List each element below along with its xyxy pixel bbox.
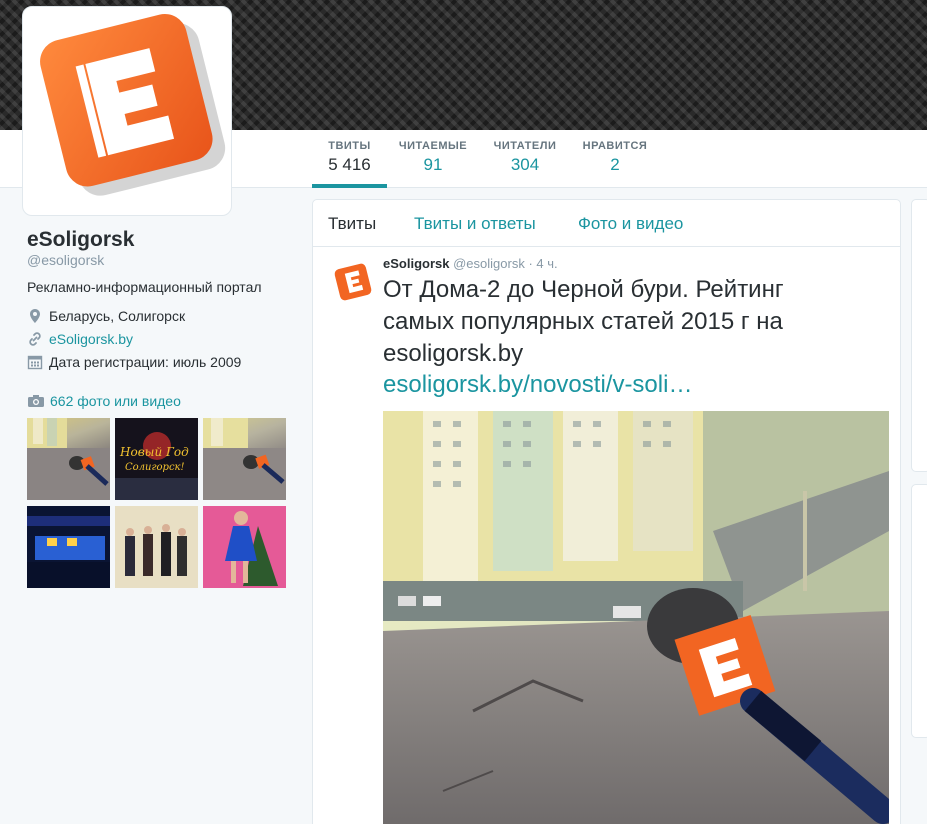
tweet-timestamp[interactable]: · 4 ч. <box>528 256 557 271</box>
stat-followers-label: ЧИТАТЕЛИ <box>493 140 557 152</box>
location-icon <box>30 309 40 323</box>
microphone-photo <box>203 418 286 500</box>
stat-following[interactable]: ЧИТАЕМЫЕ 91 <box>396 140 470 188</box>
tweet-avatar[interactable] <box>331 260 375 304</box>
stat-following-value: 91 <box>423 155 443 174</box>
new-year-photo: Новый Год Солигорск! <box>115 418 198 500</box>
sidebar-card <box>911 199 927 472</box>
stat-following-label: ЧИТАЕМЫЕ <box>398 140 468 152</box>
photo-thumbnail[interactable] <box>27 506 110 588</box>
tab-tweets[interactable]: Твиты <box>328 214 376 234</box>
profile-handle[interactable]: @esoligorsk <box>27 252 104 268</box>
stat-followers[interactable]: ЧИТАТЕЛИ 304 <box>488 140 562 188</box>
esoligorsk-logo-icon <box>40 13 226 196</box>
microphone-photo <box>27 418 110 500</box>
profile-website[interactable]: eSoligorsk.by <box>27 331 133 347</box>
profile-name[interactable]: eSoligorsk <box>27 228 134 252</box>
stat-tweets[interactable]: ТВИТЫ 5 416 <box>312 140 387 188</box>
tab-photos-videos[interactable]: Фото и видео <box>578 214 683 234</box>
stat-tweets-value: 5 416 <box>328 155 371 174</box>
link-icon <box>29 332 41 346</box>
profile-bio: Рекламно-информационный портал <box>27 279 262 295</box>
tweet-header: eSoligorsk @esoligorsk · 4 ч. <box>383 256 558 271</box>
photo-thumbnail[interactable]: Новый Год Солигорск! <box>115 418 198 500</box>
photo-thumbnail[interactable] <box>203 418 286 500</box>
svg-text:Солигорск!: Солигорск! <box>125 462 185 473</box>
photo-thumbnail[interactable] <box>203 506 286 588</box>
stage-photo <box>27 506 110 588</box>
stat-followers-value: 304 <box>510 155 540 174</box>
profile-joined-text: Дата регистрации: июль 2009 <box>49 354 242 370</box>
stat-tweets-label: ТВИТЫ <box>328 140 371 152</box>
girl-photo <box>203 506 286 588</box>
tweet-author-name[interactable]: eSoligorsk <box>383 256 449 271</box>
timeline: Твиты Твиты и ответы Фото и видео eSolig… <box>312 199 901 824</box>
esoligorsk-logo-icon <box>331 260 375 304</box>
svg-text:Новый Год: Новый Год <box>119 445 189 459</box>
profile-location-text: Беларусь, Солигорск <box>49 308 186 324</box>
profile-website-link[interactable]: eSoligorsk.by <box>49 331 133 347</box>
tweet-photo <box>383 411 889 824</box>
photos-videos-link[interactable]: 662 фото или видео <box>27 393 181 409</box>
photo-thumbnail[interactable] <box>27 418 110 500</box>
tweet-media-photo[interactable] <box>383 411 889 824</box>
timeline-tabs: Твиты Твиты и ответы Фото и видео <box>313 200 900 247</box>
people-photo <box>115 506 198 588</box>
stat-likes-label: НРАВИТСЯ <box>582 140 648 152</box>
photo-thumbnail[interactable] <box>115 506 198 588</box>
stat-likes[interactable]: НРАВИТСЯ 2 <box>578 140 652 188</box>
photos-videos-label[interactable]: 662 фото или видео <box>50 393 181 409</box>
stat-likes-value: 2 <box>610 155 620 174</box>
sidebar-card <box>911 484 927 738</box>
tweet-text: От Дома-2 до Черной бури. Рейтинг самых … <box>383 276 784 367</box>
tweet-author-handle[interactable]: @esoligorsk <box>453 256 525 271</box>
tab-tweets-replies[interactable]: Твиты и ответы <box>414 214 536 234</box>
camera-icon <box>28 395 44 407</box>
tweet-link[interactable]: esoligorsk.by/novosti/v-soli… <box>383 371 692 399</box>
calendar-icon <box>27 355 43 370</box>
profile-joined: Дата регистрации: июль 2009 <box>27 354 241 370</box>
profile-location: Беларусь, Солигорск <box>27 308 185 324</box>
profile-avatar[interactable] <box>22 6 232 216</box>
